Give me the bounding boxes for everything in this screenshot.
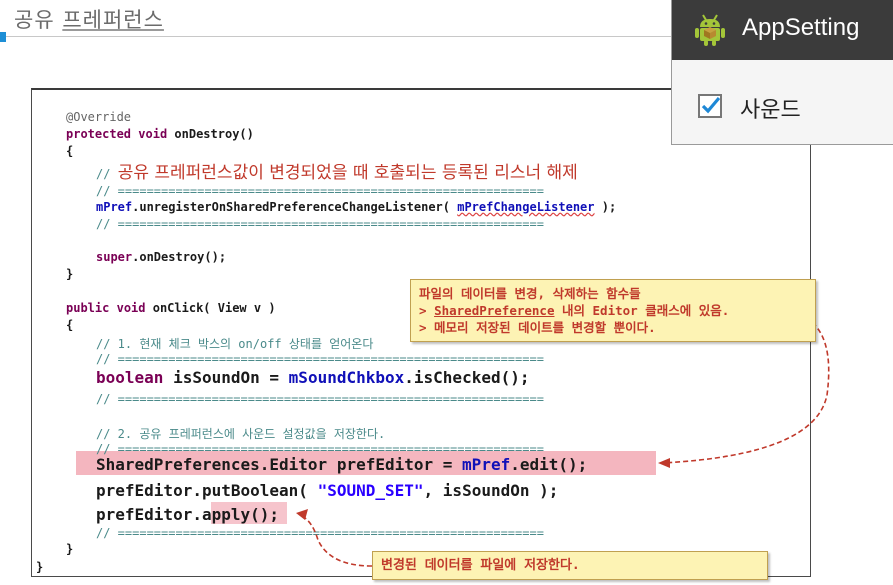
checkmark-icon [701,96,721,114]
sound-checkbox-label[interactable]: 사운드 [740,92,801,124]
note2-text: 변경된 데이터를 파일에 저장한다. [381,558,580,573]
note1-line2: > SharedPreference 내의 Editor 클래스에 있음. [419,303,730,318]
app-preview: AppSetting 사운드 [671,0,893,145]
note1-line3: > 메모리 저장된 데이트를 변경할 뿐이다. [419,320,656,335]
note-edit-functions: 파일의 데이터를 변경, 삭제하는 함수들 > SharedPreference… [410,279,816,342]
app-title: AppSetting [742,14,860,41]
note1-line1: 파일의 데이터를 변경, 삭제하는 함수들 [419,286,641,301]
app-action-bar: AppSetting [672,0,893,60]
android-icon [695,14,725,46]
callout-arrow-2 [299,514,373,567]
note-apply: 변경된 데이터를 파일에 저장한다. [372,551,768,580]
arrowhead-1 [658,458,670,468]
sound-checkbox[interactable] [698,94,722,118]
